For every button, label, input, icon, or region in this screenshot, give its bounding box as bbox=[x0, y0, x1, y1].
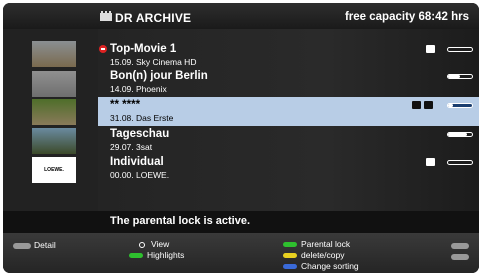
thumbnail-3 bbox=[32, 99, 76, 125]
parental-lock-hint[interactable]: Parental lock bbox=[283, 239, 350, 249]
recording-row[interactable]: Tageschau 29.07. 3sat bbox=[98, 126, 479, 155]
blue-key-icon bbox=[283, 264, 297, 270]
menu-key-icon bbox=[451, 242, 469, 249]
highlights-label: Highlights bbox=[147, 250, 185, 260]
page-title: DR ARCHIVE bbox=[115, 11, 192, 25]
message-bar: The parental lock is active. bbox=[98, 211, 479, 233]
end-key-icon bbox=[451, 253, 469, 260]
end-key-hint bbox=[451, 251, 469, 261]
recording-title: Bon(n) jour Berlin bbox=[110, 70, 208, 82]
recording-title: ** **** bbox=[110, 99, 141, 111]
recording-date-channel: 31.08. Das Erste bbox=[110, 113, 174, 123]
delete-copy-label: delete/copy bbox=[301, 250, 345, 260]
ok-key-icon bbox=[139, 241, 145, 248]
footer-legend: Detail View Highlights Parental lock del… bbox=[3, 233, 479, 273]
progress-bar bbox=[447, 103, 473, 108]
thumbnail-2 bbox=[32, 71, 76, 97]
play-icon bbox=[412, 101, 421, 109]
recording-date-channel: 14.09. Phoenix bbox=[110, 84, 167, 94]
recording-row[interactable]: Top-Movie 1 15.09. Sky Cinema HD bbox=[98, 41, 479, 70]
thumbnail-column: LOEWE. bbox=[3, 29, 98, 211]
recording-list: Top-Movie 1 15.09. Sky Cinema HD Bon(n) … bbox=[98, 29, 479, 211]
dr-archive-screen: DR ARCHIVE free capacity 68:42 hrs LOEWE… bbox=[3, 3, 479, 273]
yellow-key-icon bbox=[283, 253, 297, 259]
progress-bar bbox=[447, 47, 473, 52]
progress-bar bbox=[447, 160, 473, 165]
parental-lock-message: The parental lock is active. bbox=[110, 215, 251, 227]
recording-row-selected[interactable]: ** **** 31.08. Das Erste bbox=[98, 97, 479, 126]
detail-hint[interactable]: Detail bbox=[13, 240, 56, 250]
free-capacity: free capacity 68:42 hrs bbox=[344, 11, 469, 23]
progress-fill bbox=[448, 133, 468, 136]
change-sorting-hint[interactable]: Change sorting bbox=[283, 261, 359, 271]
highlights-hint[interactable]: Highlights bbox=[129, 250, 184, 260]
delete-copy-hint[interactable]: delete/copy bbox=[283, 250, 344, 260]
green-key-icon bbox=[283, 242, 297, 248]
recording-title: Individual bbox=[110, 156, 164, 168]
detail-label: Detail bbox=[34, 240, 56, 250]
green-key-icon bbox=[129, 253, 143, 259]
loewe-logo: LOEWE. bbox=[44, 167, 64, 173]
thumbnail-1 bbox=[32, 41, 76, 67]
progress-fill bbox=[448, 104, 453, 107]
thumbnail-5: LOEWE. bbox=[32, 157, 76, 183]
recording-date-channel: 15.09. Sky Cinema HD bbox=[110, 57, 197, 67]
progress-bar bbox=[447, 132, 473, 137]
hd-icon bbox=[426, 45, 435, 53]
lock-icon bbox=[426, 158, 435, 166]
lock-icon bbox=[424, 101, 433, 109]
recording-row[interactable]: Individual 00.00. LOEWE. bbox=[98, 154, 479, 183]
progress-fill bbox=[448, 75, 460, 78]
header-bar: DR ARCHIVE free capacity 68:42 hrs bbox=[3, 3, 479, 29]
progress-bar bbox=[447, 74, 473, 79]
view-label: View bbox=[151, 239, 170, 249]
menu-key-hint bbox=[451, 240, 469, 250]
info-key-icon bbox=[13, 242, 31, 249]
film-archive-icon bbox=[100, 11, 112, 21]
view-hint[interactable]: View bbox=[139, 239, 169, 249]
recording-row[interactable]: Bon(n) jour Berlin 14.09. Phoenix bbox=[98, 68, 479, 97]
thumbnail-4 bbox=[32, 128, 76, 154]
recording-title: Tageschau bbox=[110, 128, 170, 140]
change-sorting-label: Change sorting bbox=[301, 261, 359, 271]
recording-title: Top-Movie 1 bbox=[110, 43, 177, 55]
message-bar-left bbox=[3, 211, 98, 233]
parental-lock-label: Parental lock bbox=[301, 239, 351, 249]
recording-date-channel: 29.07. 3sat bbox=[110, 142, 153, 152]
recording-date-channel: 00.00. LOEWE. bbox=[110, 170, 170, 180]
record-indicator-icon bbox=[99, 45, 107, 53]
